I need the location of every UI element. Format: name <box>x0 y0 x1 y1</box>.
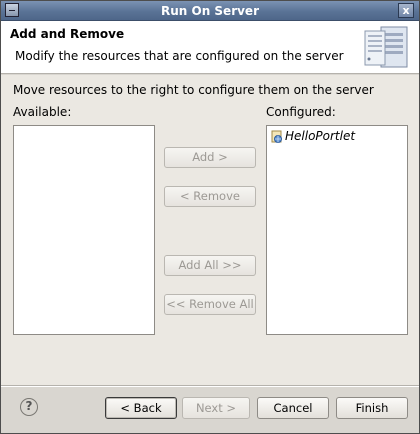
remove-all-button[interactable]: << Remove All <box>164 294 256 315</box>
configured-list[interactable]: HelloPortlet <box>266 125 408 335</box>
page-description: Modify the resources that are configured… <box>15 49 344 63</box>
instruction-text: Move resources to the right to configure… <box>13 83 374 97</box>
footer-separator <box>1 385 419 387</box>
help-icon[interactable]: ? <box>20 398 38 416</box>
remove-button[interactable]: < Remove <box>164 186 256 207</box>
available-list[interactable] <box>13 125 155 335</box>
web-project-icon <box>271 130 282 143</box>
wizard-header: Add and Remove Modify the resources that… <box>1 21 419 74</box>
back-button[interactable]: < Back <box>105 397 177 419</box>
title-bar[interactable]: Run On Server x <box>1 1 419 21</box>
add-button[interactable]: Add > <box>164 147 256 168</box>
finish-button[interactable]: Finish <box>336 397 408 419</box>
server-icon <box>364 26 408 68</box>
add-all-button[interactable]: Add All >> <box>164 255 256 276</box>
run-on-server-dialog: Run On Server x Add and Remove Modify th… <box>0 0 420 434</box>
page-title: Add and Remove <box>10 27 125 41</box>
window-title: Run On Server <box>160 4 259 18</box>
configured-label: Configured: <box>266 105 336 119</box>
cancel-button[interactable]: Cancel <box>257 397 329 419</box>
configured-item-label: HelloPortlet <box>285 129 356 143</box>
close-button[interactable]: x <box>398 3 414 18</box>
next-button[interactable]: Next > <box>182 397 250 419</box>
list-item[interactable]: HelloPortlet <box>267 126 407 146</box>
available-label: Available: <box>13 105 72 119</box>
